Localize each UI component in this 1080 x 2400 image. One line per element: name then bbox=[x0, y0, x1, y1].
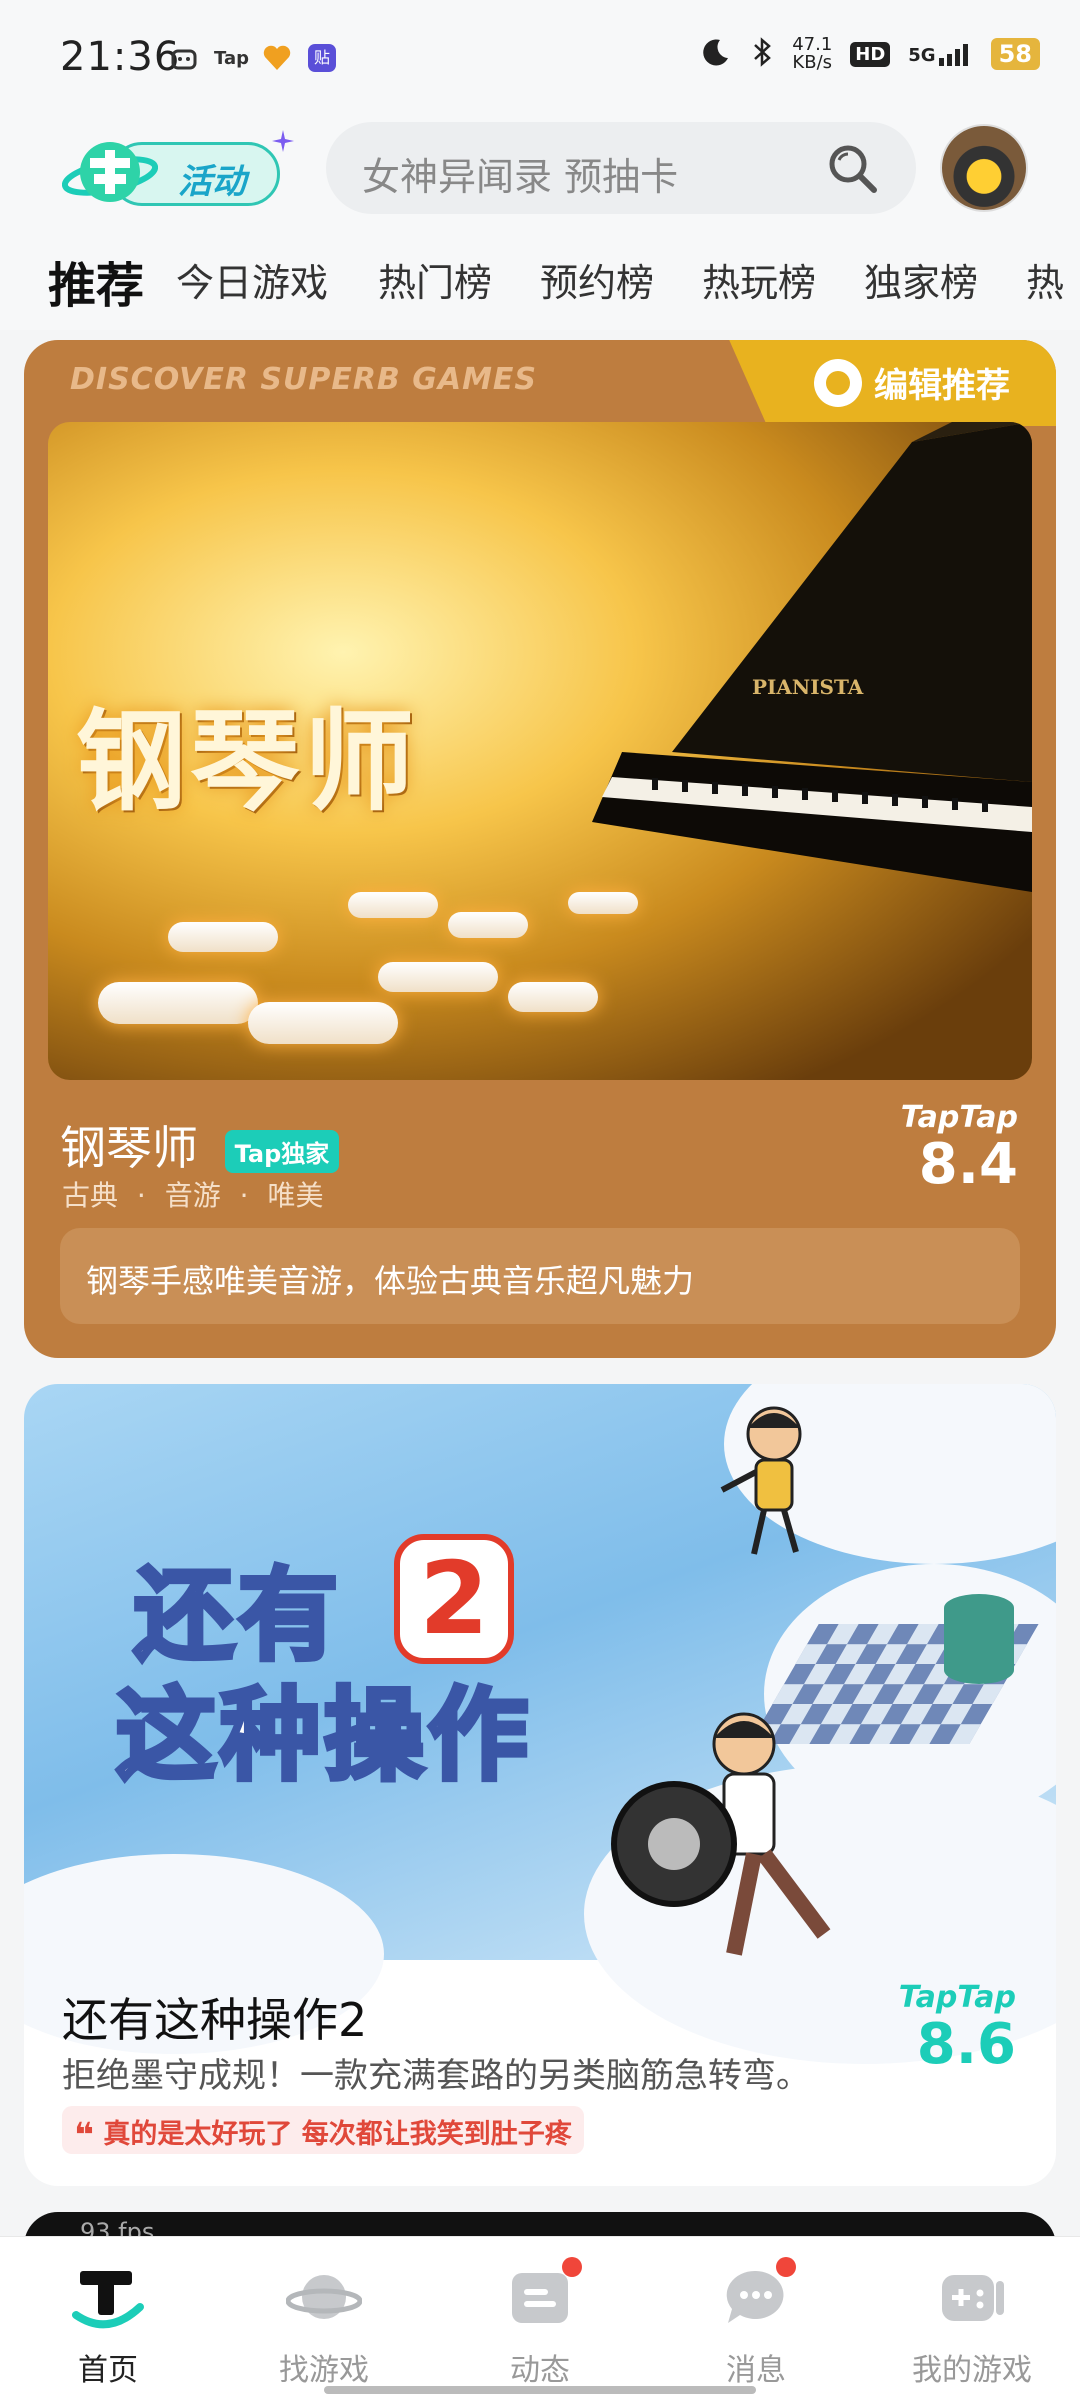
discover-heading: DISCOVER SUPERB GAMES bbox=[70, 362, 538, 397]
featured-game-card[interactable]: DISCOVER SUPERB GAMES 编辑推荐 PIANISTA 钢琴师 bbox=[24, 340, 1056, 1358]
score-value: 8.4 bbox=[918, 1132, 1018, 1197]
bottom-navigation: 首页 找游戏 动态 消息 我的游戏 bbox=[0, 2236, 1080, 2400]
nav-feed[interactable]: 动态 bbox=[432, 2237, 648, 2400]
user-avatar[interactable] bbox=[940, 124, 1028, 212]
planet-icon bbox=[286, 2275, 362, 2319]
notification-dot bbox=[562, 2257, 582, 2277]
search-placeholder: 女神异闻录 预抽卡 bbox=[362, 155, 679, 199]
game-description: 拒绝墨守成规！一款充满套路的另类脑筋急转弯。 bbox=[62, 2056, 810, 2096]
nav-messages[interactable]: 消息 bbox=[648, 2237, 864, 2400]
game-card[interactable]: 还有 2 这种操作 还有这种操作2 拒绝墨守成规！一款充满套路的另类脑筋急转弯。… bbox=[24, 1384, 1056, 2186]
bluetooth-icon bbox=[750, 36, 774, 72]
tab-label: 推荐 bbox=[48, 258, 145, 314]
tab-exclusive-ranking[interactable]: 独家榜 bbox=[864, 252, 978, 307]
tab-hot-ranking[interactable]: 热门榜 bbox=[378, 252, 492, 307]
gesture-home-bar[interactable] bbox=[324, 2386, 756, 2394]
search-icon[interactable] bbox=[826, 142, 880, 196]
tab-reserve-ranking[interactable]: 预约榜 bbox=[540, 252, 654, 307]
sparkle-icon bbox=[272, 130, 294, 152]
category-tabs: 推荐 今日游戏 热门榜 预约榜 热玩榜 独家榜 热 bbox=[0, 230, 1080, 330]
note-key bbox=[568, 892, 638, 914]
notification-dot bbox=[776, 2257, 796, 2277]
featured-description: 钢琴手感唯美音游，体验古典音乐超凡魅力 bbox=[60, 1228, 1020, 1324]
activity-label: 活动 bbox=[178, 162, 246, 202]
nav-label: 消息 bbox=[726, 2353, 786, 2388]
nav-my-games[interactable]: 我的游戏 bbox=[864, 2237, 1080, 2400]
score-brand: TapTap bbox=[900, 1100, 1018, 1135]
note-key bbox=[378, 962, 498, 992]
featured-game-tags: 古典 · 音游 · 唯美 bbox=[62, 1179, 324, 1212]
activity-entry[interactable]: 活动 bbox=[50, 124, 294, 220]
tab-hot-play-ranking[interactable]: 热玩榜 bbox=[702, 252, 816, 307]
game-name: 还有这种操作2 bbox=[62, 1993, 368, 2047]
nav-find-games[interactable]: 找游戏 bbox=[216, 2237, 432, 2400]
tab-more-partial[interactable]: 热 bbox=[1026, 252, 1064, 307]
banner-game-title: 钢琴师 bbox=[76, 697, 418, 826]
game-name-text: 钢琴师 bbox=[60, 1121, 198, 1175]
character-bottom-illustration bbox=[611, 1712, 831, 1956]
heart-notification-icon bbox=[262, 44, 292, 74]
nav-home[interactable]: 首页 bbox=[0, 2237, 216, 2400]
search-bar[interactable]: 女神异闻录 预抽卡 bbox=[326, 122, 916, 214]
featured-game-name: 钢琴师 Tap独家 bbox=[60, 1112, 340, 1178]
nav-label: 动态 bbox=[510, 2353, 570, 2388]
status-bar: 21:36 Tap 贴 47.1 KB/s HD 5G 58 bbox=[0, 0, 1080, 110]
home-tap-icon bbox=[72, 2271, 144, 2329]
battery-indicator: 58 bbox=[990, 38, 1040, 70]
note-key bbox=[348, 892, 438, 918]
quote-icon: ❝ bbox=[74, 2115, 94, 2156]
signal-label: 5G bbox=[908, 45, 936, 66]
banner-number: 2 bbox=[394, 1534, 514, 1664]
quote-text: 真的是太好玩了 每次都让我笑到肚子疼 bbox=[103, 2119, 572, 2150]
signal-icon: 5G bbox=[908, 42, 972, 66]
network-speed: 47.1 KB/s bbox=[792, 36, 832, 72]
tab-today-games[interactable]: 今日游戏 bbox=[176, 252, 328, 307]
game-banner-image[interactable]: 还有 2 这种操作 bbox=[24, 1384, 1056, 2064]
score-value: 8.6 bbox=[916, 2012, 1016, 2077]
exclusive-badge: Tap独家 bbox=[224, 1130, 340, 1173]
status-time: 21:36 bbox=[60, 34, 181, 80]
note-key bbox=[98, 982, 258, 1024]
tag: 古典 bbox=[62, 1179, 119, 1212]
gamepad-icon bbox=[942, 2275, 1004, 2321]
nav-label: 找游戏 bbox=[279, 2353, 369, 2388]
note-key bbox=[248, 1002, 398, 1044]
featured-banner-image[interactable]: PIANISTA 钢琴师 bbox=[48, 422, 1032, 1080]
tie-notification-icon: 贴 bbox=[308, 44, 336, 72]
editor-label-text: 编辑推荐 bbox=[874, 366, 1010, 406]
note-key bbox=[508, 982, 598, 1012]
banner-title-line2: 这种操作 bbox=[114, 1675, 532, 1797]
piano-illustration: PIANISTA bbox=[592, 422, 1032, 892]
piano-brand-text: PIANISTA bbox=[752, 675, 864, 699]
tag: 唯美 bbox=[267, 1179, 324, 1212]
game-score: TapTap 8.6 bbox=[899, 1980, 1016, 2075]
editor-recommend-label: 编辑推荐 bbox=[814, 358, 1010, 407]
user-review-quote: ❝ 真的是太好玩了 每次都让我笑到肚子疼 bbox=[62, 2106, 584, 2154]
nav-label: 首页 bbox=[78, 2353, 138, 2388]
thumb-up-icon bbox=[814, 358, 862, 407]
tap-notification-icon: Tap bbox=[214, 48, 249, 69]
notification-app-icon bbox=[170, 44, 198, 74]
cylinder-shape bbox=[944, 1594, 1014, 1684]
tab-recommend[interactable]: 推荐 bbox=[42, 246, 151, 316]
status-right-group: 47.1 KB/s HD 5G 58 bbox=[700, 36, 1040, 72]
note-key bbox=[168, 922, 278, 952]
featured-score: TapTap 8.4 bbox=[901, 1100, 1018, 1195]
nav-label: 我的游戏 bbox=[912, 2353, 1032, 2388]
score-brand: TapTap bbox=[898, 1980, 1016, 2015]
app-screen: 21:36 Tap 贴 47.1 KB/s HD 5G 58 活动 女神异闻录 … bbox=[0, 0, 1080, 2400]
network-speed-unit: KB/s bbox=[792, 52, 833, 73]
tag: 音游 bbox=[164, 1179, 221, 1212]
hd-icon: HD bbox=[850, 41, 891, 67]
planet-logo-icon bbox=[62, 142, 158, 202]
top-header: 活动 女神异闻录 预抽卡 bbox=[0, 110, 1080, 230]
character-top-illustration bbox=[720, 1406, 802, 1555]
note-key bbox=[448, 912, 528, 938]
moon-icon bbox=[700, 36, 732, 72]
